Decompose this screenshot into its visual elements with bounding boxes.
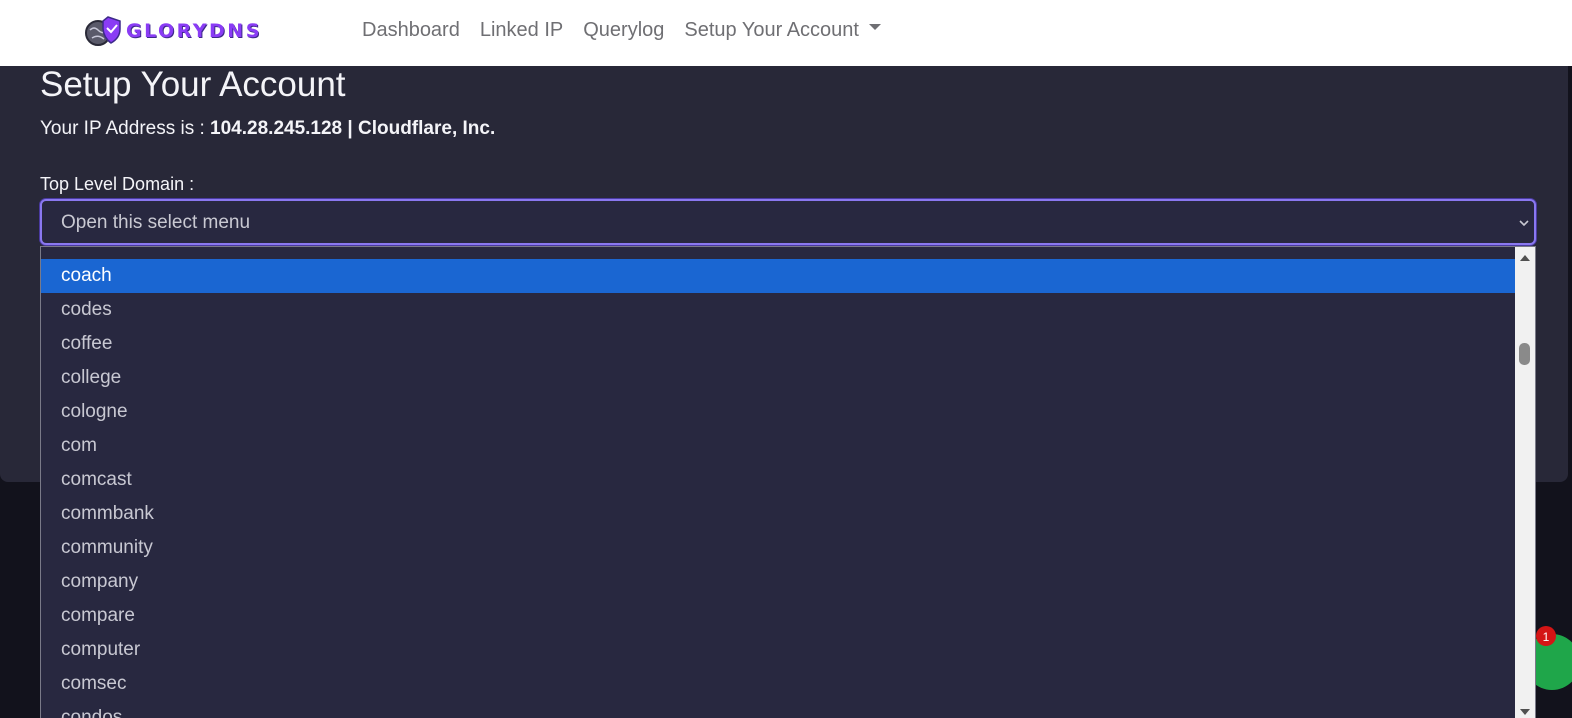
select-option-coffee[interactable]: coffee (41, 327, 1516, 361)
select-option-compare[interactable]: compare (41, 599, 1516, 633)
select-option-community[interactable]: community (41, 531, 1516, 565)
shield-globe-icon (85, 16, 121, 46)
main-nav: Dashboard Linked IP Querylog Setup Your … (352, 0, 891, 60)
nav-querylog[interactable]: Querylog (573, 19, 674, 42)
select-option-co[interactable]: co (41, 247, 1516, 259)
select-placeholder: Open this select menu (61, 212, 251, 233)
navbar: GLORYDNS Dashboard Linked IP Querylog Se… (0, 0, 1572, 66)
nav-linked-ip[interactable]: Linked IP (470, 19, 573, 42)
select-option-condos[interactable]: condos (41, 701, 1516, 718)
chevron-down-icon (1519, 220, 1529, 227)
caret-down-icon (868, 24, 881, 31)
nav-setup-account-dropdown[interactable]: Setup Your Account (674, 19, 891, 42)
tld-label: Top Level Domain : (40, 174, 195, 194)
svg-text:1: 1 (1543, 630, 1550, 644)
brand-name: GLORYDNS (126, 20, 262, 42)
select-option-company[interactable]: company (41, 565, 1516, 599)
nav-dashboard[interactable]: Dashboard (352, 19, 470, 42)
nav-setup-account-label: Setup Your Account (684, 18, 859, 41)
select-option-comsec[interactable]: comsec (41, 667, 1516, 701)
select-option-cologne[interactable]: cologne (41, 395, 1516, 429)
scroll-up-arrow-icon[interactable] (1518, 251, 1532, 265)
select-option-codes[interactable]: codes (41, 293, 1516, 327)
select-option-coach[interactable]: coach (41, 259, 1516, 293)
dropdown-scrollbar[interactable] (1515, 247, 1535, 718)
brand-logo[interactable]: GLORYDNS (84, 13, 262, 49)
ip-address-line: Your IP Address is : 104.28.245.128 | Cl… (40, 118, 495, 140)
select-option-college[interactable]: college (41, 361, 1516, 395)
select-option-com[interactable]: com (41, 429, 1516, 463)
select-option-computer[interactable]: computer (41, 633, 1516, 667)
select-option-comcast[interactable]: comcast (41, 463, 1516, 497)
tld-select[interactable]: Open this select menu (40, 199, 1536, 245)
tld-options-list: cocoachcodescoffeecollegecolognecomcomca… (40, 246, 1536, 718)
options-container: cocoachcodescoffeecollegecolognecomcomca… (41, 247, 1516, 718)
page-title: Setup Your Account (40, 65, 346, 104)
scrollbar-thumb[interactable] (1519, 343, 1530, 365)
ip-prefix: Your IP Address is : (40, 118, 211, 139)
select-option-commbank[interactable]: commbank (41, 497, 1516, 531)
ip-value: 104.28.245.128 | Cloudflare, Inc. (210, 118, 496, 139)
scroll-down-arrow-icon[interactable] (1518, 705, 1532, 718)
